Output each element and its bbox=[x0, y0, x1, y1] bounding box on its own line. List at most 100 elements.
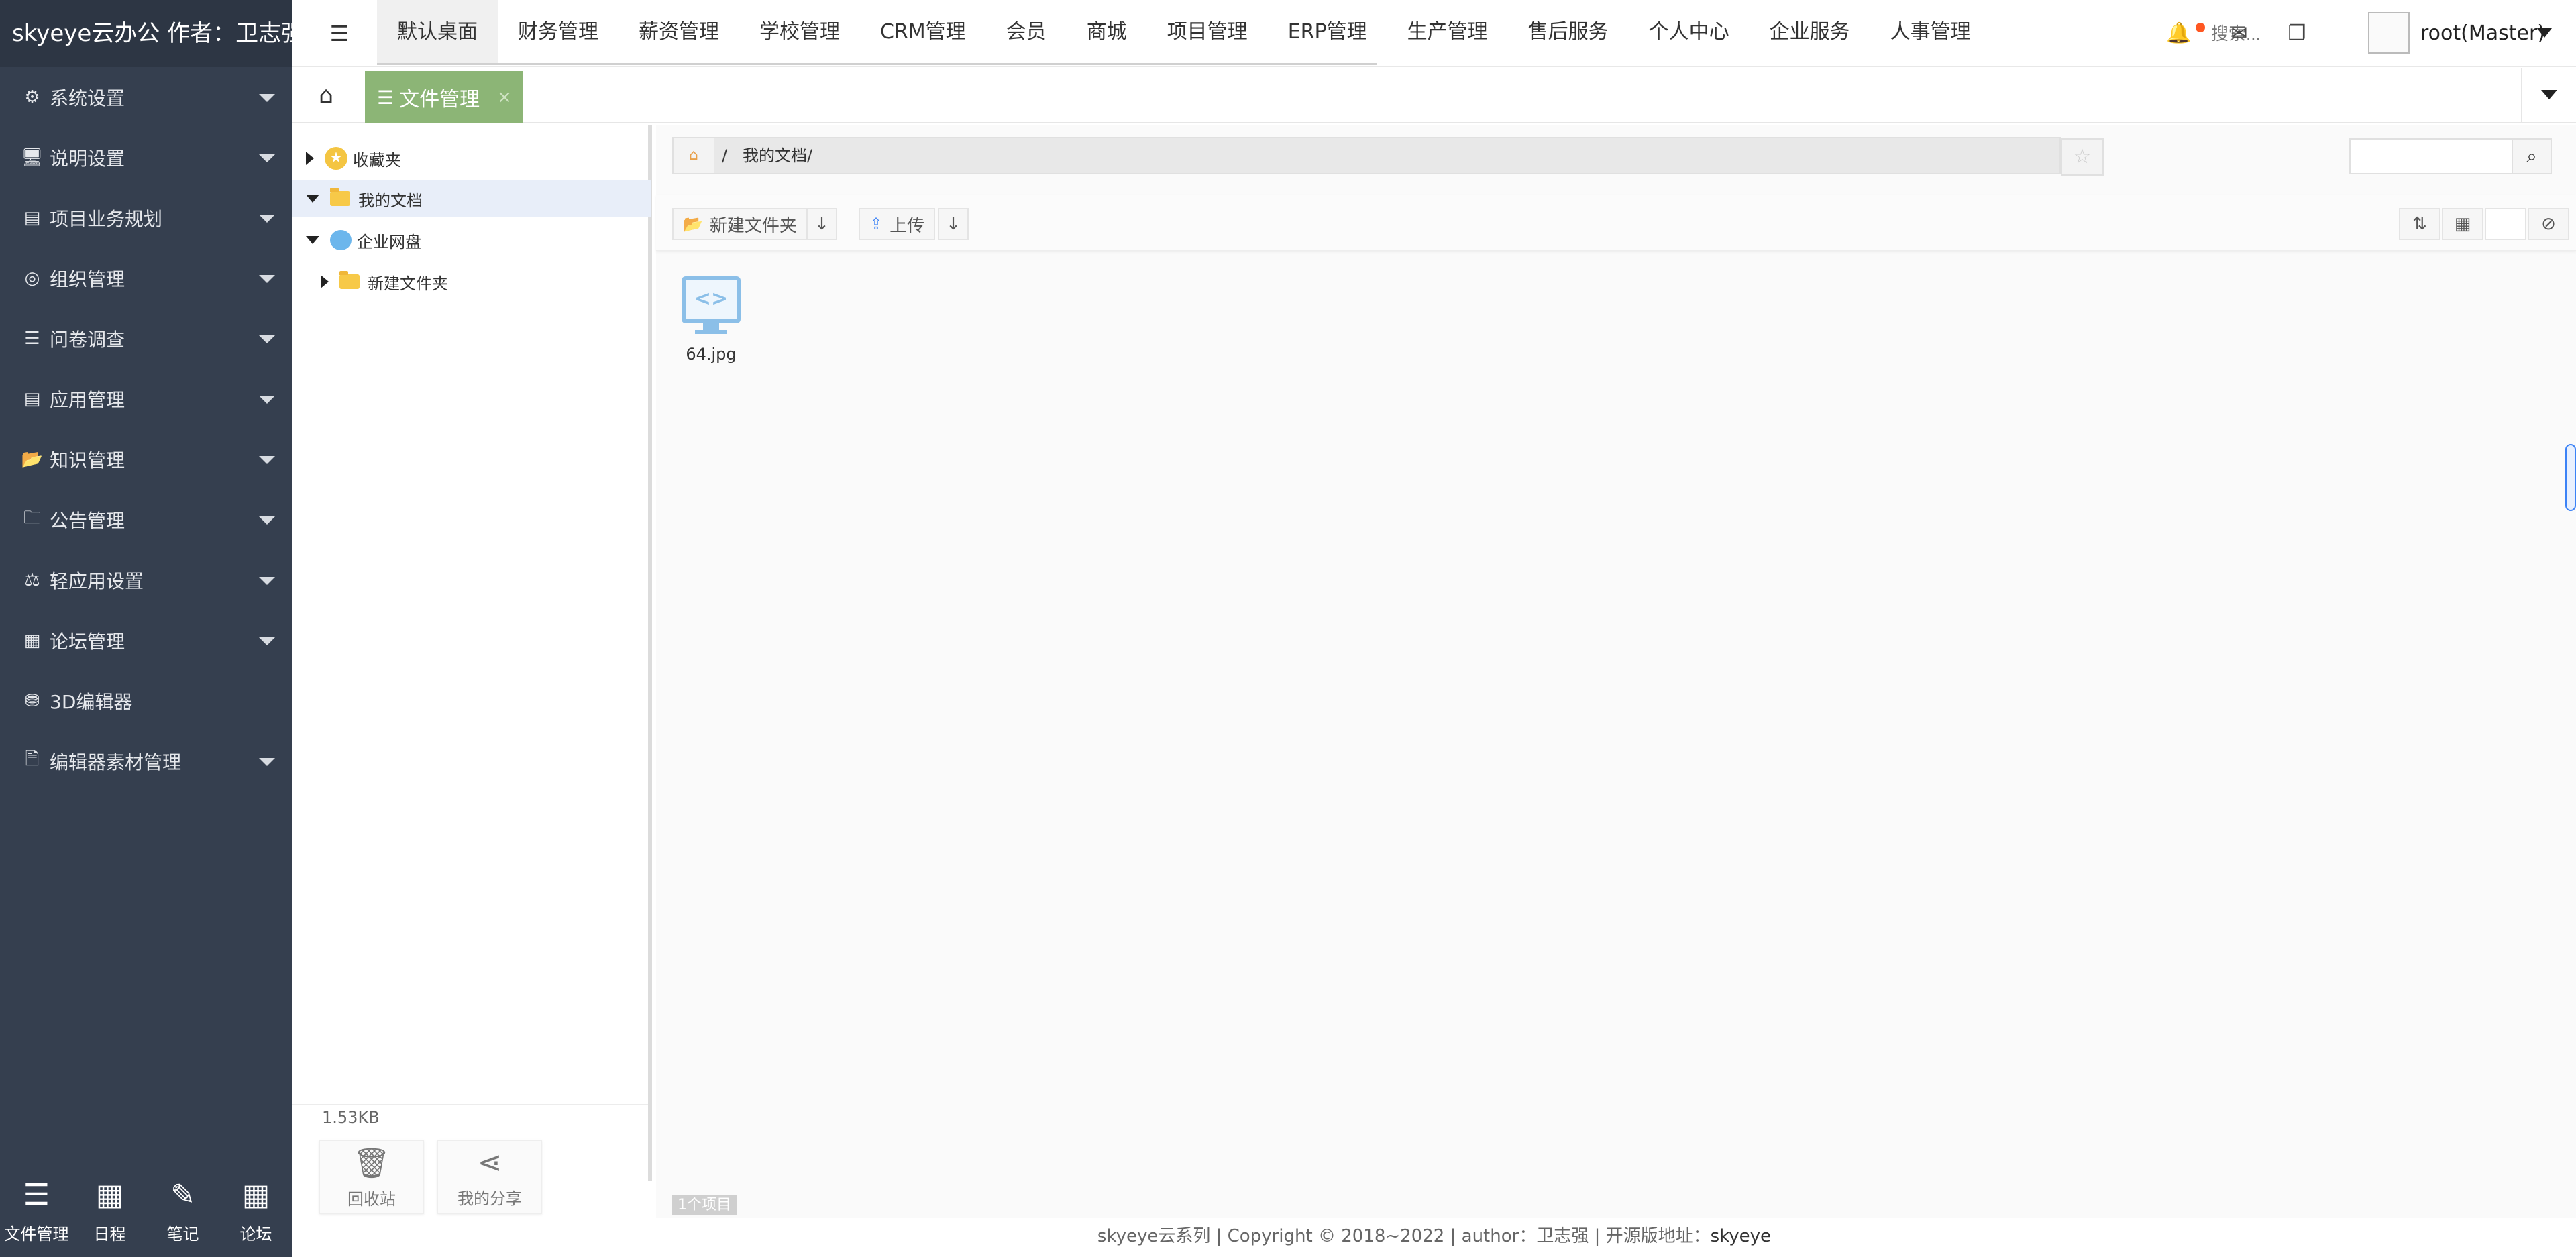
expand-icon[interactable] bbox=[321, 275, 329, 288]
topnav-enterprise-service[interactable]: 企业服务 bbox=[1750, 0, 1870, 64]
bell-icon[interactable]: 🔔 bbox=[2164, 19, 2194, 48]
user-name[interactable]: root(Master) bbox=[2420, 19, 2545, 48]
file-icon: 🗎 bbox=[25, 749, 40, 769]
menu-scroll-indicator bbox=[377, 63, 1377, 65]
file-item[interactable]: <> 64.jpg bbox=[679, 276, 743, 364]
new-folder-button[interactable]: 📂 新建文件夹 bbox=[672, 208, 808, 240]
calendar-icon: ▦ bbox=[95, 1177, 124, 1212]
topnav-default-desktop[interactable]: 默认桌面 bbox=[377, 0, 498, 64]
topnav-crm[interactable]: CRM管理 bbox=[860, 0, 986, 64]
close-icon[interactable]: × bbox=[497, 87, 512, 107]
divider bbox=[2521, 68, 2522, 123]
topnav-project[interactable]: 项目管理 bbox=[1147, 0, 1268, 64]
upload-button[interactable]: ⇪ 上传 bbox=[859, 208, 936, 240]
caret-down-icon[interactable] bbox=[2537, 28, 2552, 38]
sidebar-item-survey[interactable]: ☰ 问卷调查 bbox=[0, 309, 292, 369]
caret-down-icon bbox=[259, 637, 275, 645]
favorite-star-icon[interactable]: ☆ bbox=[2061, 138, 2104, 176]
sidebar-item-label: 编辑器素材管理 bbox=[50, 751, 182, 773]
top-menu: 默认桌面 财务管理 薪资管理 学校管理 CRM管理 会员 商城 项目管理 ERP管理 生产管理 售后… bbox=[377, 0, 2182, 64]
topnav-personal-center[interactable]: 个人中心 bbox=[1629, 0, 1750, 64]
sidebar-item-announcement[interactable]: 🗀 公告管理 bbox=[0, 490, 292, 550]
sort-icon[interactable]: ⇅ bbox=[2399, 208, 2440, 240]
folder-tree-panel: ★ 收藏夹 我的文档 企业网盘 新建文件夹 1.53KB 🗑 回收站 ⋖ 我的分… bbox=[292, 125, 652, 1214]
folder-icon bbox=[339, 271, 360, 289]
sidebar-item-label: 轻应用设置 bbox=[50, 570, 144, 592]
topnav-mall[interactable]: 商城 bbox=[1067, 0, 1147, 64]
expand-icon[interactable] bbox=[306, 152, 314, 165]
dock-notes[interactable]: ✎ 笔记 bbox=[146, 1163, 219, 1257]
tree-node-favorites[interactable]: ★ 收藏夹 bbox=[292, 140, 651, 177]
tree-node-my-docs[interactable]: 我的文档 bbox=[292, 180, 651, 217]
hide-icon[interactable]: ⊘ bbox=[2528, 208, 2569, 240]
sidebar-item-light-app[interactable]: ⚖ 轻应用设置 bbox=[0, 550, 292, 610]
avatar[interactable] bbox=[2368, 12, 2410, 54]
list-circle-icon: ☰ bbox=[24, 329, 40, 349]
recycle-bin-button[interactable]: 🗑 回收站 bbox=[319, 1140, 424, 1214]
tree-node-new-folder[interactable]: 新建文件夹 bbox=[292, 263, 651, 300]
tab-file-management[interactable]: ☰ 文件管理 × bbox=[365, 71, 523, 123]
sidebar-item-app-management[interactable]: ▤ 应用管理 bbox=[0, 369, 292, 429]
search-icon[interactable]: ⌕ bbox=[2512, 138, 2552, 174]
path-root: / bbox=[722, 146, 728, 165]
sidebar-item-project-planning[interactable]: ▤ 项目业务规划 bbox=[0, 188, 292, 248]
sidebar-item-forum-management[interactable]: ▦ 论坛管理 bbox=[0, 610, 292, 671]
topnav-after-sales[interactable]: 售后服务 bbox=[1508, 0, 1629, 64]
topnav-finance[interactable]: 财务管理 bbox=[498, 0, 619, 64]
dock-label: 文件管理 bbox=[4, 1224, 69, 1244]
sidebar-item-organization[interactable]: ◎ 组织管理 bbox=[0, 248, 292, 309]
collapse-icon[interactable] bbox=[306, 236, 319, 244]
topnav-hr[interactable]: 人事管理 bbox=[1870, 0, 1991, 64]
dock-schedule[interactable]: ▦ 日程 bbox=[73, 1163, 146, 1257]
upload-icon: ⇪ bbox=[869, 215, 883, 233]
dock-forum[interactable]: ▦ 论坛 bbox=[219, 1163, 292, 1257]
tree-node-label: 收藏夹 bbox=[353, 150, 401, 170]
upload-dropdown[interactable]: ↓ bbox=[938, 208, 969, 240]
caret-down-icon bbox=[259, 577, 275, 585]
topnav-school[interactable]: 学校管理 bbox=[739, 0, 860, 64]
new-folder-dropdown[interactable]: ↓ bbox=[806, 208, 837, 240]
grid-view-icon[interactable]: ▦ bbox=[2442, 208, 2483, 240]
recycle-label: 回收站 bbox=[347, 1189, 396, 1209]
archive-icon: ▤ bbox=[23, 389, 41, 409]
file-search-input[interactable] bbox=[2349, 138, 2513, 174]
window-icon[interactable]: ❐ bbox=[2282, 19, 2312, 48]
topnav-member[interactable]: 会员 bbox=[986, 0, 1067, 64]
topnav-erp[interactable]: ERP管理 bbox=[1268, 0, 1387, 64]
collapse-icon[interactable] bbox=[306, 195, 319, 203]
tree-node-label: 我的文档 bbox=[358, 190, 423, 210]
sidebar-item-3d-editor[interactable]: ⛃ 3D编辑器 bbox=[0, 671, 292, 731]
caret-down-icon[interactable] bbox=[2541, 90, 2557, 99]
breadcrumb-path[interactable]: / 我的文档/ bbox=[722, 138, 812, 173]
dock-file-management[interactable]: ☰ 文件管理 bbox=[0, 1163, 73, 1257]
home-path-icon[interactable]: ⌂ bbox=[674, 138, 714, 173]
sidebar-item-label: 3D编辑器 bbox=[50, 691, 133, 713]
topnav-salary[interactable]: 薪资管理 bbox=[619, 0, 739, 64]
sidebar-item-system-settings[interactable]: ⚙ 系统设置 bbox=[0, 67, 292, 127]
topnav-production[interactable]: 生产管理 bbox=[1387, 0, 1508, 64]
tab-bar: ⌂ ☰ 文件管理 × bbox=[292, 68, 2576, 123]
home-icon[interactable]: ⌂ bbox=[313, 82, 339, 109]
notification-dot bbox=[2196, 23, 2205, 32]
cube-icon: ⛃ bbox=[25, 691, 40, 711]
message-icon[interactable]: ✉ bbox=[2224, 19, 2254, 48]
sidebar-item-editor-assets[interactable]: 🗎 编辑器素材管理 bbox=[0, 731, 292, 791]
tree-node-enterprise-disk[interactable]: 企业网盘 bbox=[292, 221, 651, 259]
sidebar-item-label: 系统设置 bbox=[50, 87, 125, 109]
sidebar-item-description-settings[interactable]: 🖥 说明设置 bbox=[0, 127, 292, 188]
my-share-button[interactable]: ⋖ 我的分享 bbox=[437, 1140, 542, 1214]
menu-toggle-icon[interactable]: ☰ bbox=[326, 20, 353, 47]
sidebar-item-label: 知识管理 bbox=[50, 449, 125, 472]
list-view-button[interactable] bbox=[2485, 208, 2526, 240]
sidebar-item-knowledge[interactable]: 📂 知识管理 bbox=[0, 429, 292, 490]
edit-icon: ✎ bbox=[170, 1177, 195, 1212]
file-toolbar: 📂 新建文件夹 ↓ ⇪ 上传 ↓ ⇅ ▦ ⊘ bbox=[656, 195, 2576, 251]
footer-link[interactable]: skyeye bbox=[1711, 1226, 1771, 1246]
scrollbar[interactable] bbox=[2565, 444, 2576, 511]
tree-node-label: 新建文件夹 bbox=[368, 274, 448, 293]
sidebar-item-label: 论坛管理 bbox=[50, 631, 125, 653]
bottom-dock: ☰ 文件管理 ▦ 日程 ✎ 笔记 ▦ 论坛 bbox=[0, 1163, 292, 1257]
brand-title: skyeye云办公 作者：卫志强 bbox=[0, 0, 292, 67]
star-icon: ★ bbox=[325, 147, 347, 170]
file-name: 64.jpg bbox=[686, 345, 737, 364]
